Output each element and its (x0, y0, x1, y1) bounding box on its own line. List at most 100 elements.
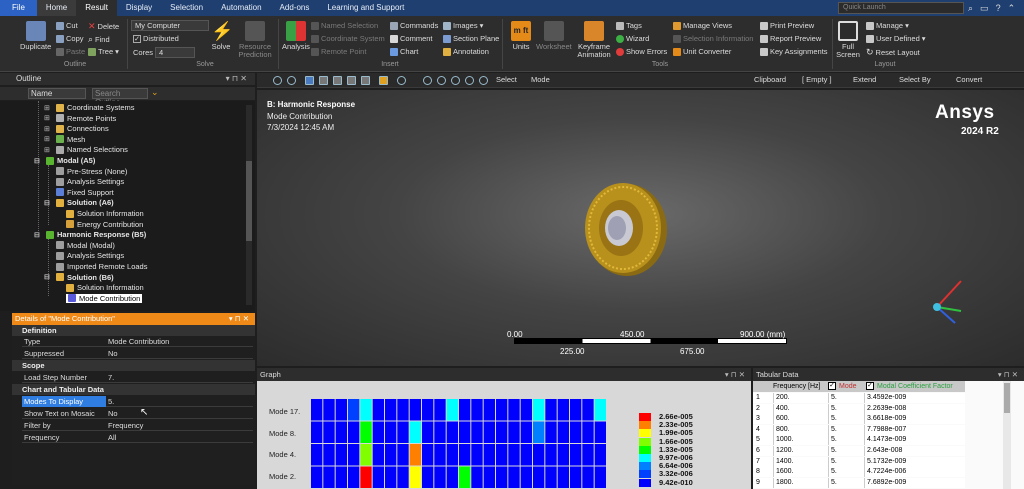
expand-icon[interactable]: ⊞ (44, 125, 53, 133)
chevron-down-icon[interactable]: ⌄ (151, 87, 159, 98)
mosaic-cell[interactable] (422, 399, 434, 421)
mosaic-cell[interactable] (372, 466, 384, 489)
view-icon[interactable] (319, 76, 328, 85)
mosaic-cell[interactable] (459, 421, 471, 444)
table-row[interactable]: 8 1600. 5. 4.7224e-006 (753, 467, 965, 478)
mosaic-cell[interactable] (496, 399, 508, 421)
mosaic-cell[interactable] (594, 421, 606, 444)
manage-layout-button[interactable]: Manage ▾ (866, 21, 909, 30)
mosaic-cell[interactable] (397, 444, 409, 466)
section-definition[interactable]: Definition (12, 325, 255, 336)
mosaic-cell[interactable] (422, 444, 434, 466)
collapse-icon[interactable]: ⊟ (34, 231, 43, 239)
section-plane-button[interactable]: Section Plane (443, 34, 499, 43)
clipboard-dropdown[interactable]: Clipboard (754, 75, 786, 84)
mosaic-cell[interactable] (434, 466, 446, 489)
detail-row-show-text[interactable]: Show Text on Mosaic No (22, 408, 253, 419)
mosaic-cell[interactable] (397, 421, 409, 444)
mosaic-cell[interactable] (311, 399, 323, 421)
mosaic-cell[interactable] (360, 444, 372, 466)
mosaic-cell[interactable] (594, 466, 606, 489)
mosaic-cell[interactable] (348, 444, 360, 466)
mosaic-cell[interactable] (520, 466, 532, 489)
detail-row-type[interactable]: Type Mode Contribution (22, 336, 253, 347)
solve-computer-select[interactable]: My Computer (131, 20, 209, 31)
collapse-icon[interactable]: ⊟ (44, 273, 53, 281)
help-icon[interactable]: ? (996, 3, 1001, 13)
expand-icon[interactable]: ⊞ (44, 146, 53, 154)
mosaic-cell[interactable] (446, 421, 458, 444)
collapse-icon[interactable]: ⊟ (44, 199, 53, 207)
zoom-fit-icon[interactable] (273, 76, 282, 85)
mosaic-cell[interactable] (360, 421, 372, 444)
report-preview-button[interactable]: Report Preview (760, 34, 821, 43)
mosaic-cell[interactable] (372, 421, 384, 444)
tree-item[interactable]: Pre-Stress (None) (56, 167, 127, 176)
table-row[interactable]: 1 200. 5. 3.4592e-009 (753, 393, 965, 403)
tree-item[interactable]: Imported Remote Loads (56, 262, 147, 271)
mosaic-cell[interactable] (323, 444, 335, 466)
mosaic-cell[interactable] (385, 444, 397, 466)
mosaic-cell[interactable] (459, 444, 471, 466)
worksheet-button[interactable]: Worksheet (536, 21, 572, 51)
full-screen-button[interactable]: Full Screen (836, 21, 860, 59)
select-by-dropdown[interactable]: Select By (899, 75, 931, 84)
mosaic-cell[interactable] (582, 421, 594, 444)
filter-name-select[interactable]: Name (28, 88, 86, 99)
tree-button[interactable]: Tree ▾ (88, 47, 119, 56)
maximize-icon[interactable]: ▭ (980, 3, 989, 14)
zoom-icon[interactable] (465, 76, 474, 85)
mosaic-cell[interactable] (582, 444, 594, 466)
iso-view-icon[interactable] (305, 76, 314, 85)
tags-button[interactable]: Tags (616, 21, 642, 30)
mosaic-cell[interactable] (459, 466, 471, 489)
mosaic-cell[interactable] (323, 399, 335, 421)
mosaic-cell[interactable] (594, 444, 606, 466)
table-row[interactable]: 3 600. 5. 3.6618e-009 (753, 414, 965, 425)
table-row[interactable]: 6 1200. 5. 2.643e-008 (753, 446, 965, 456)
solve-button[interactable]: ⚡ Solve (211, 21, 233, 51)
mosaic-cell[interactable] (496, 444, 508, 466)
mosaic-cell[interactable] (348, 466, 360, 489)
mosaic-cell[interactable] (520, 421, 532, 444)
mosaic-cell[interactable] (446, 444, 458, 466)
annotation-button[interactable]: Annotation (443, 47, 489, 56)
tree-item[interactable]: ⊟ Modal (A5) (34, 156, 95, 165)
wizard-button[interactable]: Wizard (616, 34, 649, 43)
comment-button[interactable]: Comment (390, 34, 433, 43)
tree-item[interactable]: Analysis Settings (56, 177, 124, 186)
mosaic-cell[interactable] (570, 444, 582, 466)
tree-item[interactable]: ⊟ Solution (B6) (44, 273, 114, 282)
mosaic-cell[interactable] (348, 421, 360, 444)
mosaic-cell[interactable] (483, 466, 495, 489)
mosaic-cell[interactable] (434, 421, 446, 444)
detail-row-suppressed[interactable]: Suppressed No (22, 348, 253, 359)
tree-item[interactable]: Fixed Support (56, 188, 114, 197)
mosaic-cell[interactable] (348, 399, 360, 421)
mosaic-cell[interactable] (533, 421, 545, 444)
find-button[interactable]: ⌕ Find (88, 34, 110, 45)
table-row[interactable]: 2 400. 5. 2.2639e-008 (753, 403, 965, 414)
mosaic-cell[interactable] (557, 399, 569, 421)
mosaic-cell[interactable] (360, 399, 372, 421)
rotate-icon[interactable] (397, 76, 406, 85)
resource-prediction-button[interactable]: Resource Prediction (236, 21, 274, 59)
mosaic-cell[interactable] (397, 399, 409, 421)
scrollbar[interactable] (1003, 381, 1011, 489)
mosaic-cell[interactable] (409, 444, 421, 466)
mosaic-cell[interactable] (446, 466, 458, 489)
mosaic-cell[interactable] (557, 466, 569, 489)
menu-tab-display[interactable]: Display (117, 0, 161, 16)
mosaic-cell[interactable] (385, 399, 397, 421)
mosaic-cell[interactable] (557, 444, 569, 466)
table-row[interactable]: 7 1400. 5. 5.1732e-009 (753, 456, 965, 467)
mosaic-cell[interactable] (434, 399, 446, 421)
menu-tab-addons[interactable]: Add-ons (271, 0, 319, 16)
mosaic-cell[interactable] (397, 466, 409, 489)
mosaic-cell[interactable] (508, 444, 520, 466)
panel-controls-icon[interactable]: ▾ ⊓ ✕ (998, 368, 1018, 381)
mosaic-cell[interactable] (335, 466, 347, 489)
menu-tab-file[interactable]: File (0, 0, 37, 16)
extend-dropdown[interactable]: Extend (853, 75, 876, 84)
view-icon[interactable] (347, 76, 356, 85)
